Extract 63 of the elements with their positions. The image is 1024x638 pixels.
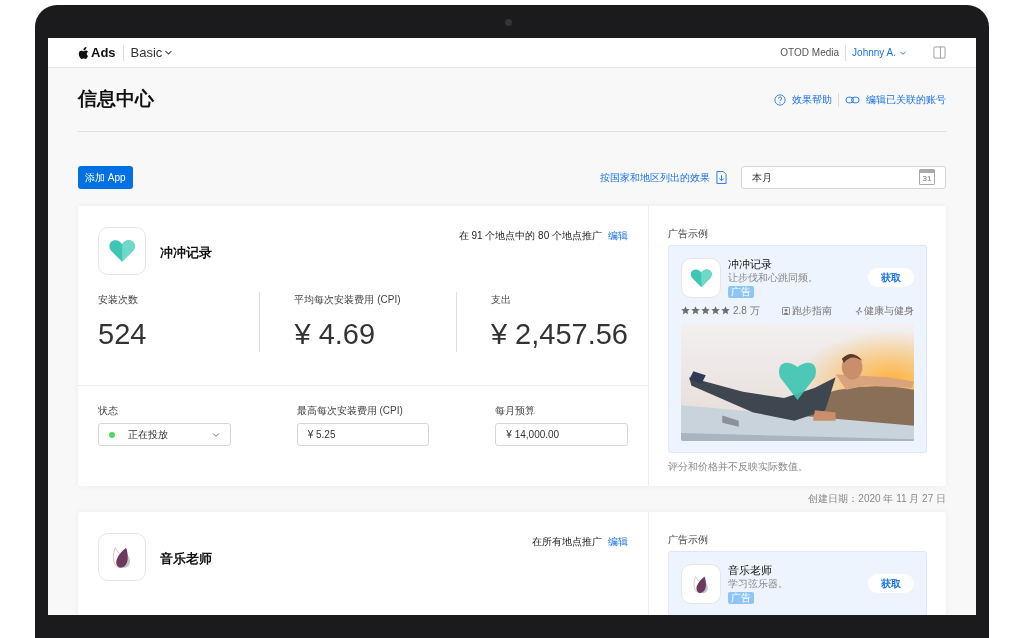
- footnote-text: 评分和价格并不反映实际数值。: [668, 460, 808, 474]
- chevron-down-icon: [211, 430, 220, 439]
- locations-text: 在 91 个地点中的 80 个地点推广: [458, 229, 602, 243]
- developer-tag: 跑步指南: [792, 303, 833, 318]
- metric-label: 平均每次安装费用 (CPI): [294, 293, 402, 307]
- get-button[interactable]: 获取: [868, 268, 914, 287]
- app-icon: [98, 227, 146, 275]
- section-heading: 广告示例: [668, 227, 708, 241]
- help-icon: [774, 93, 786, 106]
- app-icon: [681, 564, 721, 604]
- metric-label: 支出: [490, 293, 512, 307]
- app-name: 音乐老师: [160, 550, 213, 568]
- app-name: 冲冲记录: [160, 244, 213, 262]
- field-label: 状态: [98, 404, 119, 418]
- status-dropdown[interactable]: 正在投放: [98, 423, 231, 446]
- ad-badge: 广告: [728, 592, 754, 604]
- ad-app-name: 冲冲记录: [728, 258, 772, 271]
- section-heading: 广告示例: [668, 533, 708, 547]
- ad-app-name: 音乐老师: [728, 564, 772, 577]
- ad-subtitle: 让步伐和心跳同频。: [728, 272, 818, 284]
- person-card-icon: [782, 306, 791, 315]
- chevron-down-icon: [899, 48, 907, 57]
- star-icon: [681, 306, 690, 315]
- star-icon: [711, 306, 720, 315]
- app-icon: [681, 258, 721, 298]
- metric-value: ¥ 4.69: [294, 320, 377, 349]
- date-field[interactable]: 本月 31: [741, 165, 946, 189]
- locations-text: 在所有地点推广: [532, 535, 602, 549]
- apple-logo-icon: [78, 46, 89, 59]
- category-text: 健康与健身: [864, 304, 914, 318]
- metric-value: ¥ 2,457.56: [490, 320, 628, 349]
- calendar-icon: 31: [919, 169, 935, 185]
- camera-icon: [505, 19, 512, 26]
- page-title: 信息中心: [78, 87, 155, 112]
- product-menu[interactable]: Basic: [130, 42, 174, 63]
- max-cpi-field[interactable]: ¥ 5.25: [296, 423, 430, 446]
- metric-label: 安装次数: [98, 293, 139, 307]
- ad-badge: 广告: [728, 286, 754, 298]
- field-label: 最高每次安装费用 (CPI): [296, 404, 404, 418]
- add-app-button[interactable]: 添加 App: [78, 165, 133, 189]
- field-label: 每月预算: [495, 404, 537, 418]
- app-icon: [98, 533, 146, 581]
- header-link[interactable]: 效果帮助: [774, 92, 832, 107]
- star-icon: [701, 306, 710, 315]
- user-menu[interactable]: Johnny A.: [852, 45, 907, 60]
- ad-subtitle: 学习弦乐器。: [728, 578, 788, 590]
- star-icon: [691, 306, 700, 315]
- budget-field[interactable]: ¥ 14,000.00: [495, 423, 628, 446]
- header-link[interactable]: 编辑已关联的账号: [845, 92, 946, 107]
- star-icon: [721, 306, 730, 315]
- metric-value: 524: [98, 320, 148, 349]
- created-date: 创建日期：2020 年 11 月 27 日: [808, 492, 946, 506]
- export-link[interactable]: 按国家和地区列出的效果: [600, 169, 727, 185]
- download-icon: [716, 169, 727, 185]
- sidebar-toggle-icon[interactable]: [933, 46, 946, 59]
- edit-link[interactable]: 编辑: [608, 534, 628, 549]
- runner-icon: [855, 306, 863, 315]
- get-button[interactable]: 获取: [868, 574, 914, 593]
- chevron-down-icon: [164, 48, 174, 57]
- organization-name: OTOD Media: [780, 46, 840, 60]
- rating-count: 2.8 万: [733, 304, 760, 318]
- edit-link[interactable]: 编辑: [608, 228, 628, 243]
- logo-text: Ads: [91, 43, 116, 62]
